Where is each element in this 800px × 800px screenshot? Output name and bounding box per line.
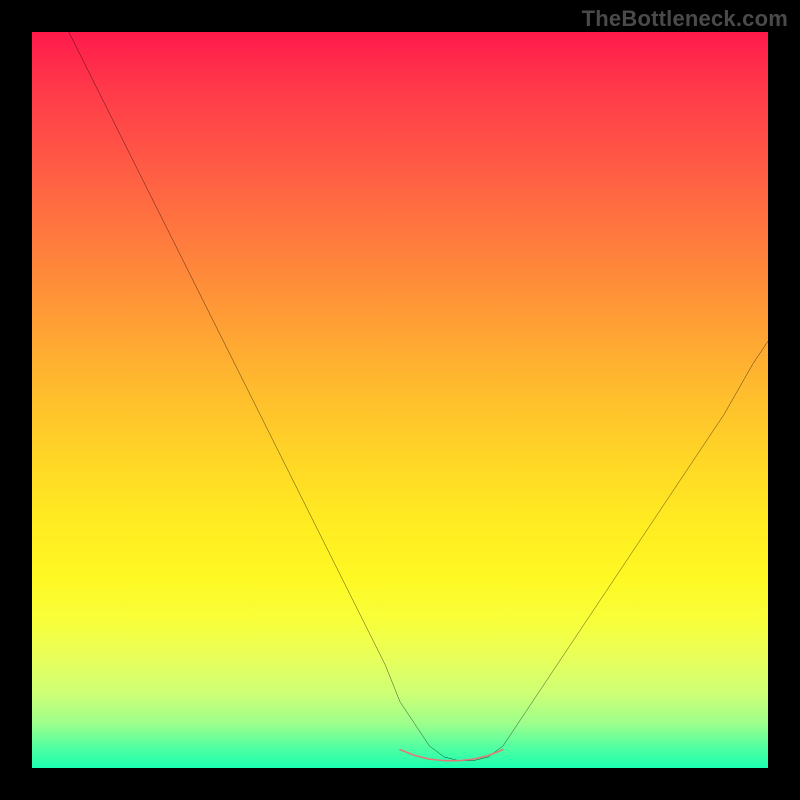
chart-frame: TheBottleneck.com	[0, 0, 800, 800]
curve-line	[69, 32, 768, 761]
plot-area	[32, 32, 768, 768]
chart-svg	[32, 32, 768, 768]
valley-marker	[400, 750, 503, 761]
watermark-label: TheBottleneck.com	[582, 6, 788, 32]
